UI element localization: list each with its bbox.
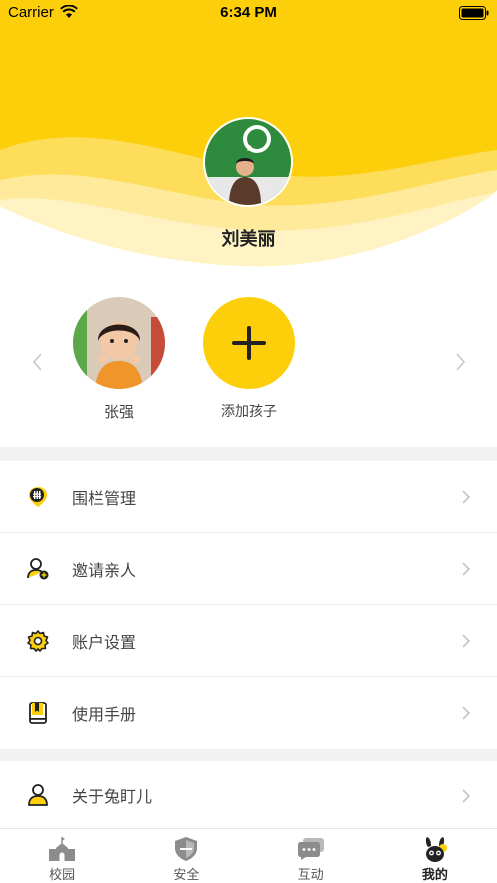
child-name: 张强 (103, 403, 134, 421)
manual-book-icon (29, 702, 47, 724)
menu-item-manual[interactable]: 使用手册 (0, 677, 497, 749)
add-child-button[interactable] (203, 297, 295, 389)
chevron-right-icon[interactable] (452, 350, 468, 374)
menu-label: 邀请亲人 (72, 560, 137, 580)
tab-label: 安全 (173, 868, 200, 883)
battery-icon (459, 6, 489, 20)
add-child-card[interactable]: 添加孩子 (199, 297, 299, 421)
status-bar: Carrier 6:34 PM (0, 0, 497, 26)
add-child-label: 添加孩子 (221, 404, 277, 420)
invite-user-icon (27, 558, 49, 580)
chevron-right-icon (462, 706, 471, 720)
tab-label: 我的 (421, 868, 448, 883)
profile-name: 刘美丽 (221, 229, 276, 250)
plus-icon (232, 326, 266, 360)
child-avatar (73, 297, 165, 389)
menu-label: 账户设置 (72, 632, 137, 652)
shield-icon (175, 837, 198, 861)
settings-menu: 围栏管理 邀请亲人 账户设置 使用手册 (0, 461, 497, 749)
children-carousel: 张强 添加孩子 (0, 280, 497, 447)
menu-item-about[interactable]: 关于兔盯儿 (0, 761, 497, 829)
chat-icon (297, 838, 324, 860)
tab-mine[interactable]: 我的 (373, 829, 497, 883)
menu-label: 围栏管理 (72, 488, 137, 508)
tab-bar: 校园 安全 互动 我的 (0, 828, 497, 883)
tab-label: 校园 (49, 868, 76, 883)
tab-interact[interactable]: 互动 (249, 829, 373, 883)
school-icon (49, 837, 76, 861)
tab-campus[interactable]: 校园 (0, 829, 124, 883)
chevron-left-icon[interactable] (30, 350, 46, 374)
tab-label: 互动 (297, 868, 324, 883)
menu-item-account-settings[interactable]: 账户设置 (0, 605, 497, 677)
menu-item-fence[interactable]: 围栏管理 (0, 461, 497, 533)
status-time: 6:34 PM (220, 4, 277, 21)
tab-safety[interactable]: 安全 (124, 829, 248, 883)
chevron-right-icon (462, 789, 471, 803)
rabbit-profile-icon (425, 837, 447, 862)
menu-item-invite[interactable]: 邀请亲人 (0, 533, 497, 605)
about-user-icon (28, 784, 48, 806)
child-card[interactable]: 张强 (69, 297, 169, 422)
menu-label: 关于兔盯儿 (72, 787, 153, 806)
child-photo (73, 297, 165, 389)
menu-label: 使用手册 (72, 705, 137, 724)
about-menu: 关于兔盯儿 (0, 761, 497, 829)
profile-header: Carrier 6:34 PM 刘美丽 (0, 0, 497, 280)
fence-pin-icon (29, 487, 47, 507)
profile-avatar[interactable] (203, 117, 293, 207)
chevron-right-icon (462, 634, 471, 648)
avatar-photo (205, 119, 291, 205)
gear-icon (27, 630, 49, 652)
chevron-right-icon (462, 562, 471, 576)
chevron-right-icon (462, 490, 471, 504)
